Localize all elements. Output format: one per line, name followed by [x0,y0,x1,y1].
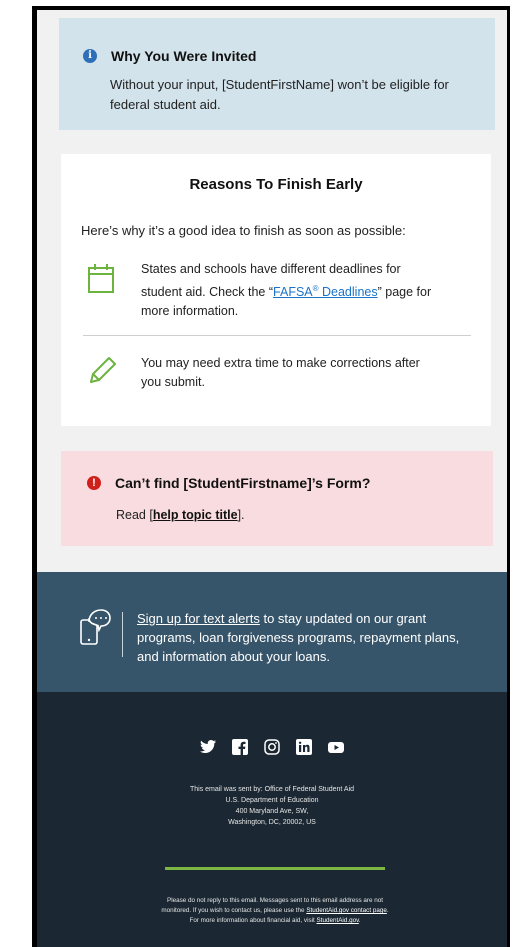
alert-icon: ! [87,476,101,490]
pencil-icon [87,354,119,391]
calendar-icon [87,262,115,299]
sent-by-line: 400 Maryland Ave, SW, [235,808,309,815]
sent-by-info: This email was sent by: Office of Federa… [37,784,507,828]
text-alerts-text: Sign up for text alerts to stay updated … [137,611,460,664]
why-invited-header: i Why You Were Invited [83,48,256,64]
studentaid-link[interactable]: StudentAid.gov [317,917,359,924]
cant-find-panel: ! Can’t find [StudentFirstname]’s Form? … [61,451,493,546]
reason-corrections-text: You may need extra time to make correcti… [141,356,420,389]
cant-find-header: ! Can’t find [StudentFirstname]’s Form? [87,475,370,491]
reason-deadlines-text: States and schools have different deadli… [141,262,432,319]
reasons-panel: Reasons To Finish Early Here’s why it’s … [61,154,491,426]
info-icon: i [83,49,97,63]
email-body: i Why You Were Invited Without your inpu… [37,10,507,947]
reasons-title: Reasons To Finish Early [189,176,363,193]
alerts-divider [122,612,123,657]
instagram-icon[interactable] [263,738,281,756]
why-invited-text: Without your input, [StudentFirstName] w… [110,77,449,112]
reasons-divider [83,335,471,336]
sent-by-line: This email was sent by: Office of Federa… [189,786,355,793]
social-links [37,738,507,756]
sign-up-text-alerts-link[interactable]: Sign up for text alerts [137,611,260,626]
why-invited-panel: i Why You Were Invited Without your inpu… [59,18,495,130]
fafsa-deadlines-link[interactable]: FAFSA® Deadlines [273,284,378,299]
text-alerts-banner: Sign up for text alerts to stay updated … [37,572,507,692]
sent-by-line: Washington, DC, 20002, US [228,819,316,826]
facebook-icon[interactable] [231,738,249,756]
reasons-intro: Here’s why it’s a good idea to finish as… [81,223,406,238]
email-footer: This email was sent by: Office of Federa… [37,692,507,947]
cant-find-title: Can’t find [StudentFirstname]’s Form? [115,475,371,491]
linkedin-icon[interactable] [295,738,313,756]
footer-accent-bar [165,867,385,870]
sent-by-line: U.S. Department of Education [225,797,319,804]
youtube-icon[interactable] [327,738,345,756]
contact-page-link[interactable]: StudentAid.gov contact page [306,907,387,914]
twitter-icon[interactable] [199,738,217,756]
why-invited-title: Why You Were Invited [111,48,257,64]
cant-find-text: Read [help topic title]. [116,508,245,522]
phone-chat-icon [77,608,111,653]
help-topic-link[interactable]: help topic title [153,508,238,522]
footer-disclaimer: Please do not reply to this email. Messa… [161,897,389,924]
